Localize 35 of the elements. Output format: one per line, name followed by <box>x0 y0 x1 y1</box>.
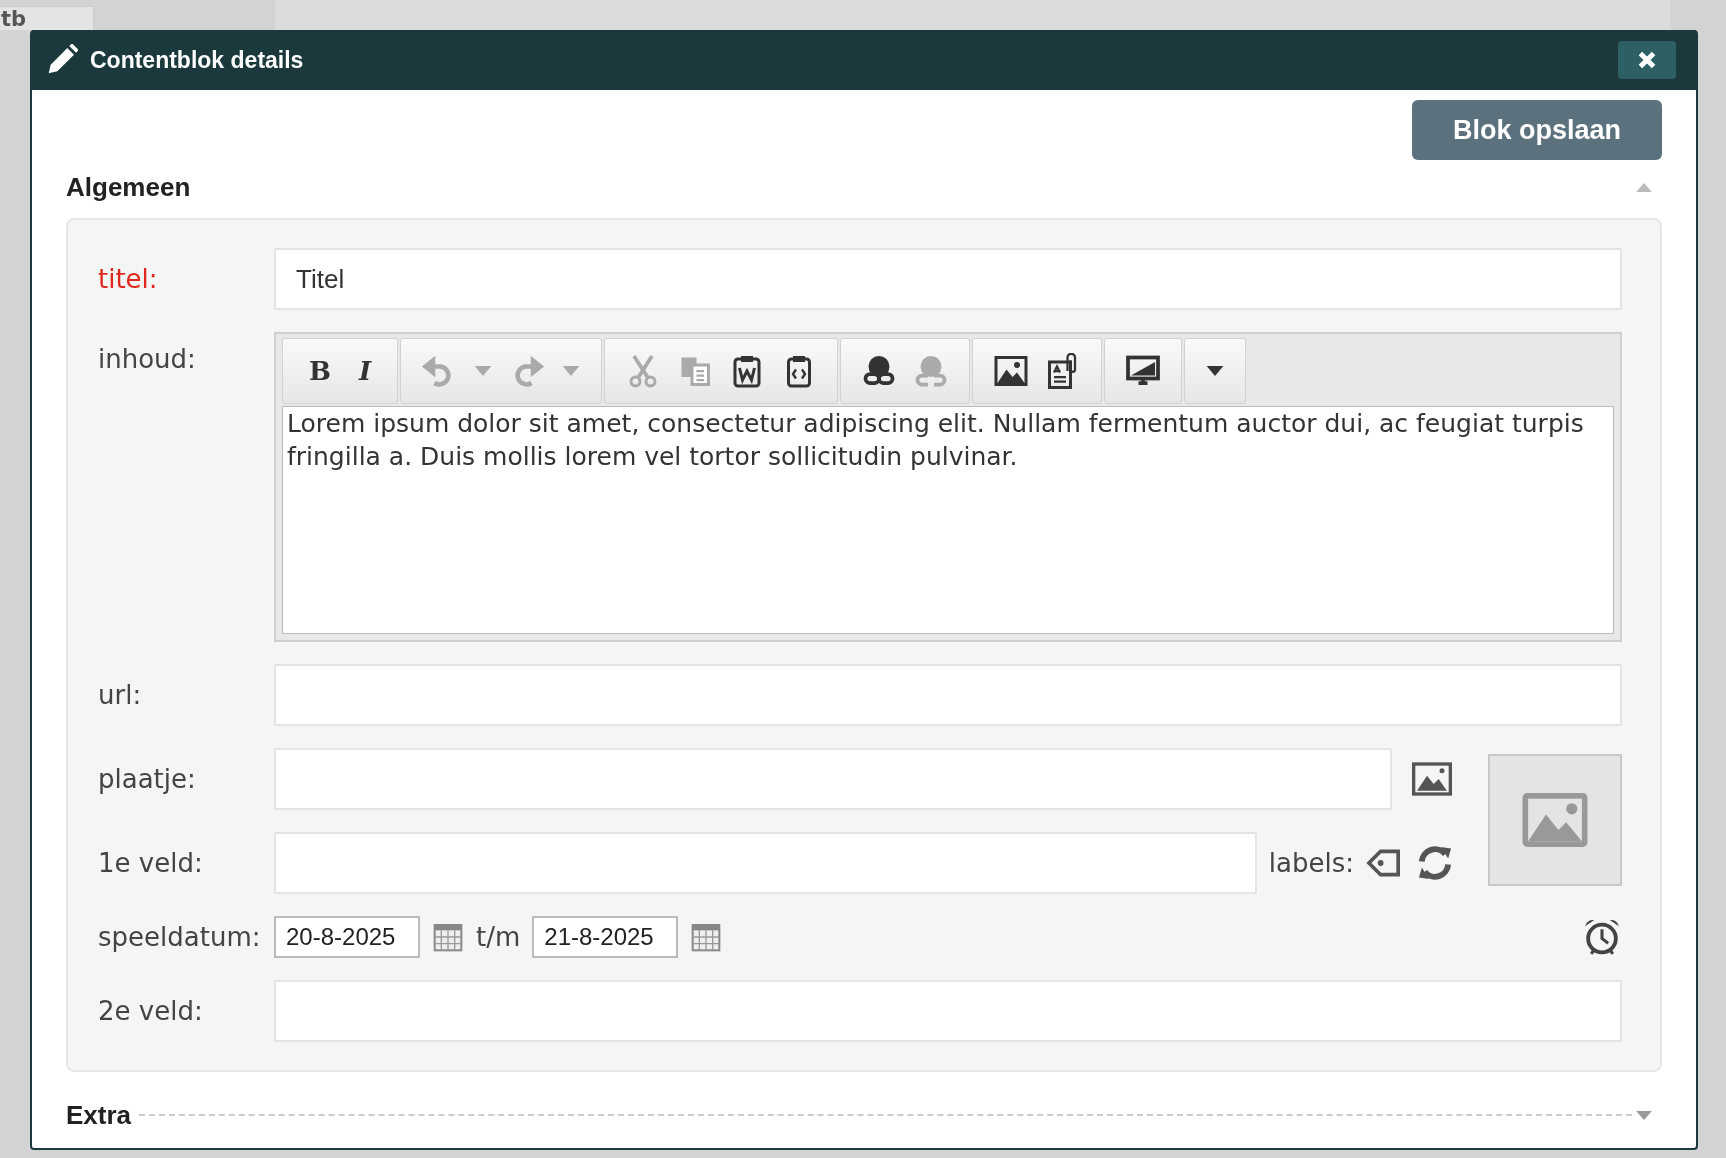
text-field[interactable] <box>274 980 1622 1042</box>
calendar-icon[interactable] <box>432 921 464 953</box>
field-label: plaatje: <box>98 764 197 794</box>
image-icon[interactable] <box>993 353 1030 389</box>
close-button[interactable] <box>1618 41 1676 79</box>
refresh-icon[interactable] <box>1416 844 1454 882</box>
image-icon[interactable] <box>1412 762 1452 796</box>
close-icon <box>1636 49 1658 71</box>
text-field[interactable] <box>274 832 1257 894</box>
field-label: 2e veld: <box>98 996 204 1026</box>
collapse-icon[interactable] <box>1636 182 1652 192</box>
calendar-icon[interactable] <box>690 921 723 953</box>
pencil-icon <box>46 44 78 76</box>
field-label: url: <box>98 680 143 710</box>
end-date-field[interactable]: 21-8-2025 <box>532 916 679 958</box>
field-label: speeldatum: <box>98 922 262 952</box>
range-separator: t/m <box>476 922 521 952</box>
labels-label: labels: <box>1268 848 1354 878</box>
bold-button[interactable]: B <box>303 356 337 386</box>
start-date-field[interactable]: 20-8-2025 <box>274 916 420 958</box>
image-placeholder-icon <box>1521 792 1589 848</box>
background-tab[interactable]: tb <box>0 6 94 30</box>
url-field[interactable] <box>274 664 1622 726</box>
expand-icon[interactable] <box>1636 1110 1652 1120</box>
title-field[interactable]: Titel <box>274 248 1622 310</box>
italic-button[interactable]: I <box>353 356 378 386</box>
editor-text[interactable]: Lorem ipsum dolor sit amet, consectetur adipiscing elit. Nullam fermentum auctor dui, ac feugiat turpis fringilla a. Duis mollis lorem vel tortor sollicitudin pulvinar. <box>282 406 1614 634</box>
image-field[interactable] <box>274 748 1392 810</box>
section-title[interactable]: Algemeen <box>66 171 1636 203</box>
field-label: 1e veld: <box>98 848 204 878</box>
section-title[interactable]: Extra <box>66 1099 132 1131</box>
field-label: titel: <box>98 264 159 294</box>
field-label: inhoud: <box>98 343 197 374</box>
save-button[interactable]: Blok opslaan <box>1412 100 1662 160</box>
dialog-title: Contentblok details <box>90 46 305 74</box>
